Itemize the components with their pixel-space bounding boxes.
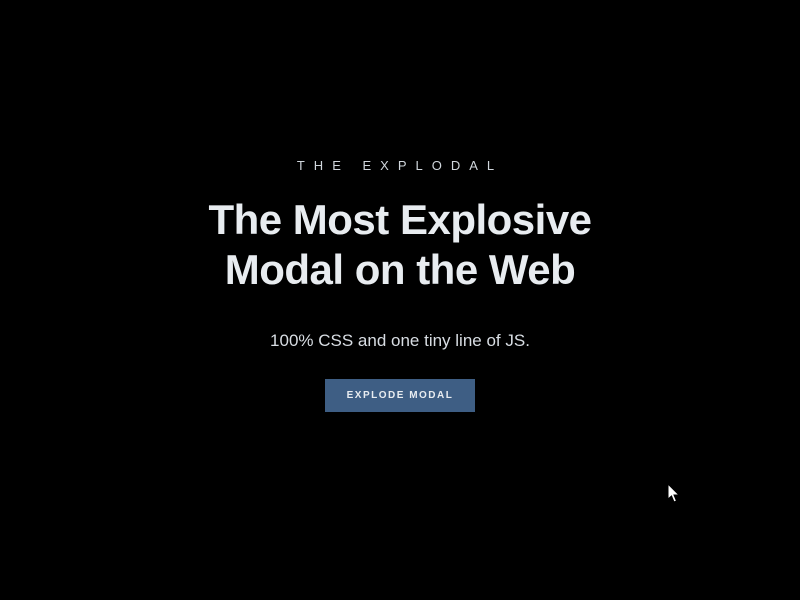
- eyebrow-text: THE EXPLODAL: [208, 158, 591, 173]
- explode-modal-button[interactable]: EXPLODE MODAL: [325, 379, 476, 412]
- cursor-icon: [668, 484, 682, 504]
- hero-section: THE EXPLODAL The Most Explosive Modal on…: [208, 158, 591, 411]
- headline: The Most Explosive Modal on the Web: [208, 195, 591, 294]
- headline-line-2: Modal on the Web: [225, 246, 576, 293]
- headline-line-1: The Most Explosive: [208, 196, 591, 243]
- subheadline: 100% CSS and one tiny line of JS.: [208, 331, 591, 351]
